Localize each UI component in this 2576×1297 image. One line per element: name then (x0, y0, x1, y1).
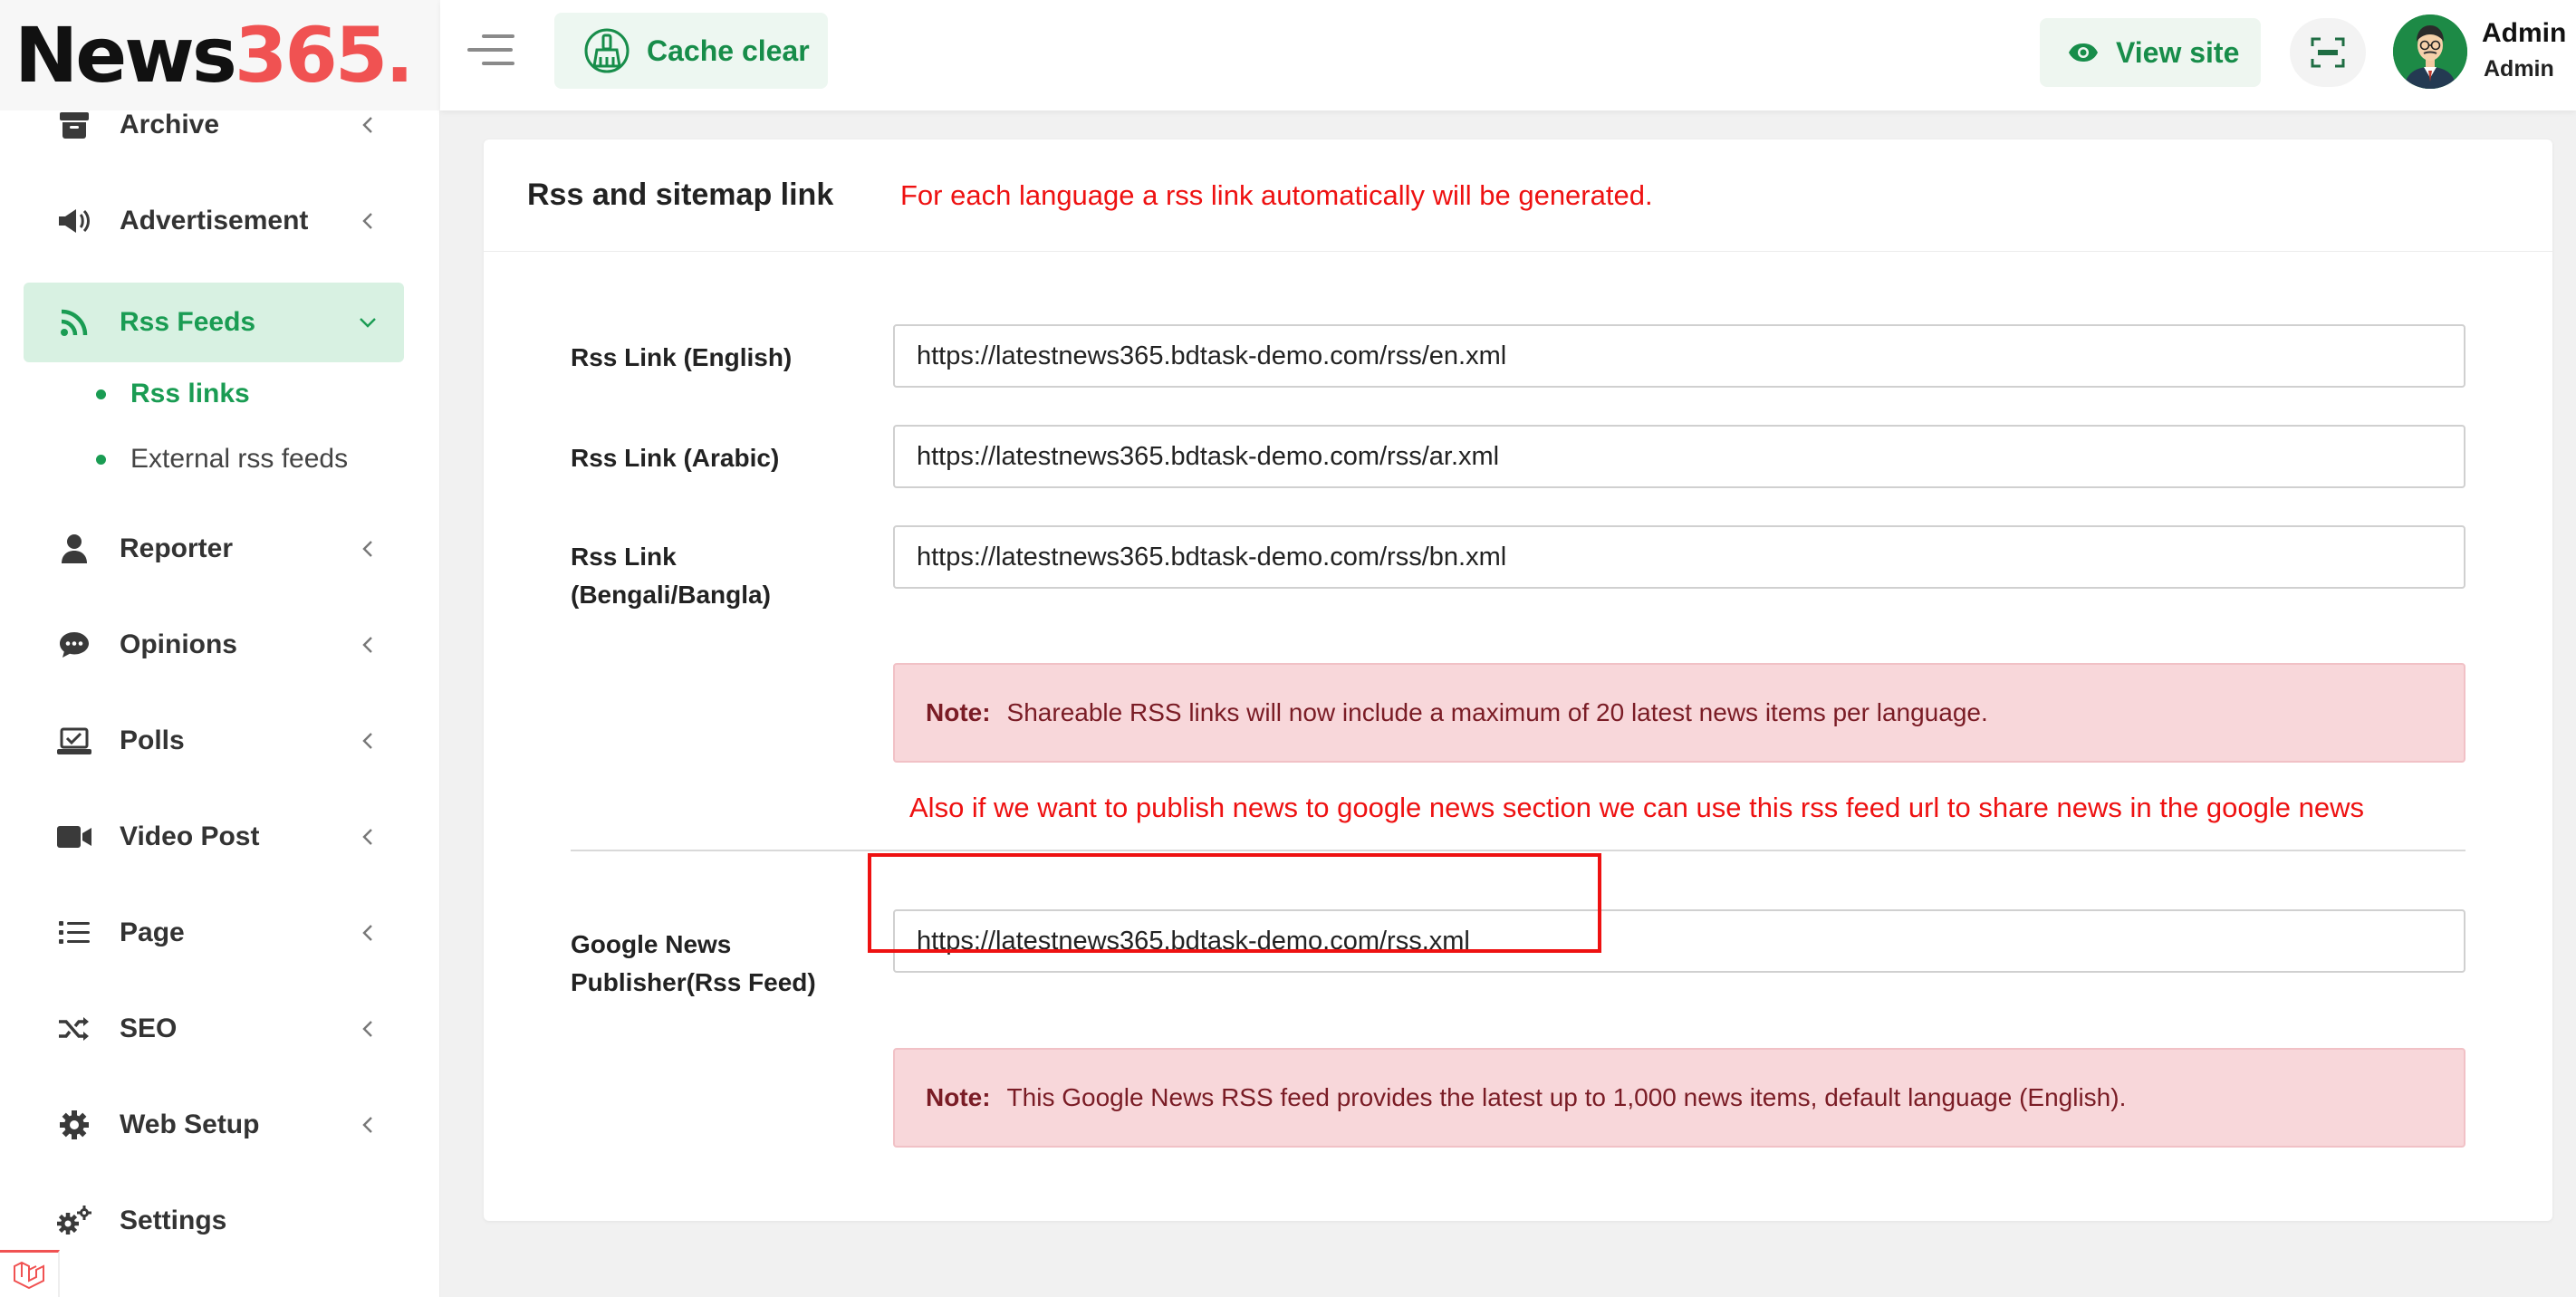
sidebar-item-label: Opinions (120, 629, 237, 659)
annotation-google-news: Also if we want to publish news to googl… (909, 792, 2365, 823)
bullet-dot (96, 454, 106, 465)
poll-icon (54, 721, 94, 761)
megaphone-icon (54, 201, 94, 241)
rss-link-bengali-label-line1: Rss Link (571, 543, 677, 571)
broom-icon (582, 25, 632, 76)
sidebar-item-archive[interactable]: Archive (24, 85, 404, 165)
view-site-label: View site (2116, 35, 2240, 69)
chat-icon (54, 625, 94, 665)
sidebar-subitem-label: External rss feeds (130, 444, 349, 474)
chevron-left-icon (362, 213, 372, 229)
google-news-label-line2: Publisher(Rss Feed) (571, 968, 816, 996)
chevron-left-icon (362, 1117, 372, 1133)
sidebar-item-label: Advertisement (120, 206, 309, 235)
cache-clear-label: Cache clear (647, 34, 810, 67)
view-site-button[interactable]: View site (2040, 18, 2261, 87)
user-name: Admin (2482, 18, 2567, 48)
rss-link-english-label: Rss Link (English) (571, 343, 793, 371)
sidebar-item-seo[interactable]: SEO (24, 989, 404, 1069)
note-text: Shareable RSS links will now include a m… (1006, 698, 1988, 726)
sidebar-subitem-external-rss-feeds[interactable]: External rss feeds (96, 444, 348, 475)
sidebar-item-page[interactable]: Page (24, 893, 404, 973)
chevron-left-icon (362, 925, 372, 941)
highlight-box (868, 853, 1601, 953)
sidebar-item-label: SEO (120, 1014, 178, 1043)
note-text: This Google News RSS feed provides the l… (1006, 1083, 2127, 1111)
sidebar: News365. Archive Advertisement Rss Feeds (0, 0, 440, 1297)
sidebar-item-label: Settings (120, 1206, 227, 1235)
chevron-left-icon (362, 637, 372, 653)
sidebar-item-opinions[interactable]: Opinions (24, 605, 404, 685)
sidebar-item-label: Reporter (120, 533, 234, 563)
note-alert-shareable: Note: Shareable RSS links will now inclu… (893, 663, 2465, 763)
menu-toggle-icon[interactable] (467, 34, 514, 71)
cache-clear-button[interactable]: Cache clear (554, 13, 828, 89)
sidebar-item-polls[interactable]: Polls (24, 701, 404, 781)
sidebar-item-label: Archive (120, 110, 220, 139)
sidebar-item-settings[interactable]: Settings (24, 1181, 404, 1261)
laravel-icon[interactable] (0, 1250, 60, 1297)
archive-icon (54, 105, 94, 145)
rss-link-english-field[interactable] (893, 324, 2465, 388)
rss-link-bengali-label-line2: (Bengali/Bangla) (571, 581, 771, 609)
sidebar-item-advertisement[interactable]: Advertisement (24, 181, 404, 261)
rss-link-arabic-label: Rss Link (Arabic) (571, 444, 780, 472)
gears-icon (54, 1201, 94, 1241)
rss-link-bengali-field[interactable] (893, 525, 2465, 589)
rss-link-arabic-field[interactable] (893, 425, 2465, 488)
eye-icon (2067, 42, 2103, 63)
section-divider (571, 850, 2465, 851)
rss-sitemap-card: Rss and sitemap link For each language a… (484, 139, 2552, 1221)
sidebar-item-label: Polls (120, 725, 185, 755)
annotation-rss-auto: For each language a rss link automatical… (900, 179, 1653, 211)
brand-logo[interactable]: News365. (14, 17, 414, 93)
note-alert-google-news: Note: This Google News RSS feed provides… (893, 1048, 2465, 1148)
rss-link-bengali-label: Rss Link (Bengali/Bangla) (571, 538, 771, 614)
chevron-left-icon (362, 117, 372, 133)
chevron-left-icon (362, 733, 372, 749)
sidebar-item-label: Page (120, 918, 185, 947)
chevron-left-icon (362, 829, 372, 845)
user-icon (54, 529, 94, 569)
gear-icon (54, 1105, 94, 1145)
video-icon (54, 817, 94, 857)
note-label: Note: (926, 1083, 991, 1111)
card-header: Rss and sitemap link For each language a… (484, 139, 2552, 252)
list-icon (54, 913, 94, 953)
sidebar-subitem-rss-links[interactable]: Rss links (96, 379, 250, 409)
google-news-label-line1: Google News (571, 930, 732, 958)
shuffle-icon (54, 1009, 94, 1049)
bullet-dot (96, 389, 106, 399)
sidebar-item-label: Video Post (120, 821, 260, 851)
chevron-left-icon (362, 1021, 372, 1037)
avatar[interactable] (2393, 14, 2467, 89)
sidebar-item-rss-feeds[interactable]: Rss Feeds (24, 283, 404, 362)
page-title: Rss and sitemap link (527, 178, 834, 212)
fullscreen-button[interactable] (2290, 18, 2366, 87)
sidebar-item-video-post[interactable]: Video Post (24, 797, 404, 877)
sidebar-item-label: Rss Feeds (120, 307, 256, 337)
sidebar-item-web-setup[interactable]: Web Setup (24, 1085, 404, 1165)
user-role: Admin (2484, 56, 2554, 82)
chevron-left-icon (362, 541, 372, 557)
sidebar-item-reporter[interactable]: Reporter (24, 509, 404, 589)
sidebar-item-label: Web Setup (120, 1110, 260, 1139)
chevron-down-icon (360, 318, 376, 328)
sidebar-subitem-label: Rss links (130, 379, 250, 408)
note-label: Note: (926, 698, 991, 726)
top-header: Cache clear View site Admin Admin (440, 0, 2576, 110)
fullscreen-icon (2311, 37, 2345, 68)
google-news-label: Google News Publisher(Rss Feed) (571, 926, 816, 1002)
rss-icon (54, 303, 94, 342)
